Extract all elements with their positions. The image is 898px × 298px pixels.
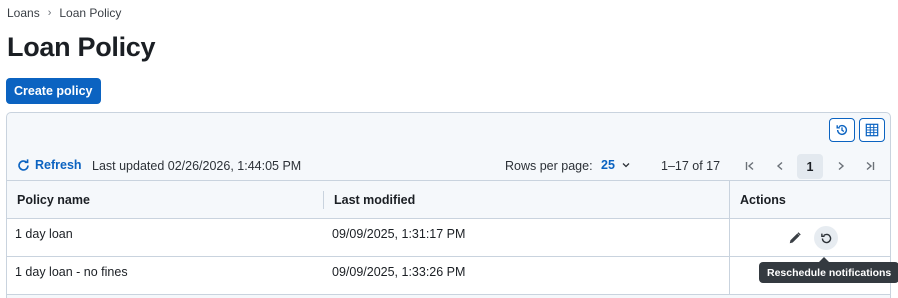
history-icon bbox=[836, 124, 848, 136]
breadcrumb-item-loans[interactable]: Loans bbox=[7, 6, 40, 20]
previous-page-button[interactable] bbox=[768, 154, 792, 178]
column-divider bbox=[729, 219, 730, 256]
columns-button[interactable] bbox=[859, 118, 885, 142]
first-page-button[interactable] bbox=[738, 154, 762, 178]
prev-page-icon bbox=[776, 161, 783, 171]
rows-per-page-value: 25 bbox=[601, 158, 615, 172]
column-divider bbox=[729, 257, 730, 294]
policy-name-cell: 1 day loan - no fines bbox=[15, 265, 128, 279]
last-modified-cell: 09/09/2025, 1:31:17 PM bbox=[332, 227, 466, 241]
table-row[interactable]: 1 day loan 09/09/2025, 1:31:17 PM bbox=[7, 219, 890, 257]
reschedule-tooltip: Reschedule notifications bbox=[759, 257, 898, 283]
rows-per-page-label: Rows per page: bbox=[505, 159, 593, 173]
breadcrumb: Loans › Loan Policy bbox=[7, 6, 121, 20]
reschedule-notifications-button[interactable] bbox=[814, 226, 838, 250]
columns-icon bbox=[865, 123, 879, 137]
reschedule-icon bbox=[820, 233, 831, 243]
next-page-button[interactable] bbox=[829, 154, 853, 178]
create-policy-button[interactable]: Create policy bbox=[6, 78, 101, 104]
refresh-button[interactable]: Refresh bbox=[17, 158, 82, 172]
pencil-icon bbox=[789, 232, 801, 244]
column-divider[interactable] bbox=[323, 191, 324, 209]
last-page-icon bbox=[866, 161, 875, 171]
policy-name-cell: 1 day loan bbox=[15, 227, 73, 241]
column-header-actions: Actions bbox=[740, 192, 786, 207]
edit-button[interactable] bbox=[783, 226, 807, 250]
chevron-down-icon bbox=[622, 163, 630, 168]
breadcrumb-item-current: Loan Policy bbox=[59, 6, 122, 20]
refresh-label: Refresh bbox=[35, 158, 82, 172]
column-header-last-modified[interactable]: Last modified bbox=[334, 181, 415, 218]
table-toolbar: Refresh Last updated 02/26/2026, 1:44:05… bbox=[7, 150, 890, 180]
column-divider bbox=[729, 181, 730, 218]
pagination-range: 1–17 of 17 bbox=[661, 159, 721, 173]
history-button[interactable] bbox=[829, 118, 855, 142]
refresh-icon bbox=[18, 158, 29, 171]
breadcrumb-separator: › bbox=[47, 7, 52, 19]
last-modified-cell: 09/09/2025, 1:33:26 PM bbox=[332, 265, 466, 279]
rows-per-page-select[interactable]: 25 bbox=[601, 158, 631, 172]
next-page-icon bbox=[838, 161, 845, 171]
last-page-button[interactable] bbox=[858, 154, 882, 178]
page-title: Loan Policy bbox=[7, 32, 156, 62]
current-page-button[interactable]: 1 bbox=[797, 154, 823, 179]
last-updated-text: Last updated 02/26/2026, 1:44:05 PM bbox=[92, 159, 302, 173]
column-header-policy-name[interactable]: Policy name bbox=[17, 181, 90, 218]
first-page-icon bbox=[745, 161, 754, 171]
table-header: Policy name Last modified Actions bbox=[7, 180, 890, 219]
